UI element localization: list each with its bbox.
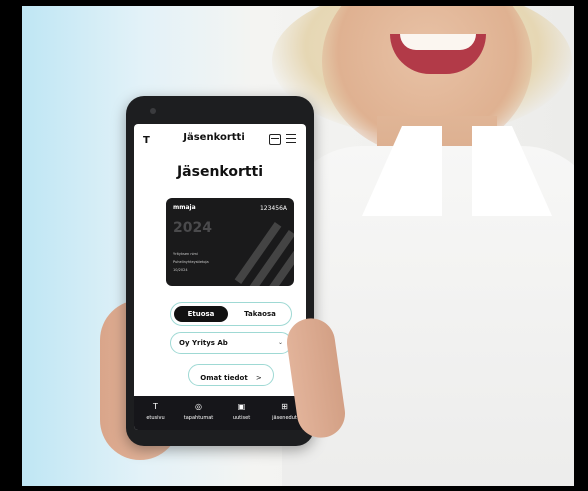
nav-label: etusivu (146, 415, 165, 421)
app-logo-icon[interactable]: T (143, 135, 150, 146)
nav-item-etusivu[interactable]: T etusivu (134, 396, 177, 430)
app-top-bar: T Jäsenkortti (134, 124, 306, 154)
card-brand-logo: mmaja (173, 204, 196, 211)
card-line: Puhelinyhteystietoja (173, 260, 209, 264)
card-year: 2024 (173, 220, 212, 236)
phone-camera (150, 108, 156, 114)
chevron-right-icon: > (255, 374, 262, 382)
chevron-down-icon: ⌄ (277, 339, 283, 346)
card-side-toggle: Etuosa Takaosa (170, 302, 292, 326)
card-member-number: 123456A (259, 205, 287, 212)
toggle-back-button[interactable]: Takaosa (233, 306, 287, 322)
page-title: Jäsenkortti (176, 164, 264, 180)
company-select[interactable]: Oy Yritys Ab ⌄ (170, 332, 292, 354)
nav-item-tapahtumat[interactable]: ◎ tapahtumat (177, 396, 220, 430)
app-screen: T Jäsenkortti Jäsenkortti mmaja 123456A … (134, 124, 306, 430)
bottom-navigation: T etusivu ◎ tapahtumat ▣ uutiset ⊞ jäsen… (134, 396, 306, 430)
logo-icon: T (153, 402, 158, 411)
card-line: 10/2024 (173, 268, 188, 272)
nav-label: uutiset (232, 415, 251, 421)
nav-label: tapahtumat (183, 415, 214, 421)
calendar-icon: ◎ (195, 402, 202, 411)
membership-card: mmaja 123456A 2024 Yrityksen nimi Puheli… (166, 198, 294, 286)
card-line: Yrityksen nimi (173, 252, 198, 256)
nav-item-uutiset[interactable]: ▣ uutiset (220, 396, 263, 430)
company-select-value: Oy Yritys Ab (179, 339, 228, 347)
background-teeth (400, 34, 476, 50)
own-details-label: Omat tiedot (200, 374, 248, 382)
toggle-front-button[interactable]: Etuosa (174, 306, 228, 322)
own-details-button[interactable]: Omat tiedot > (188, 364, 274, 386)
top-bar-title: Jäsenkortti (183, 132, 245, 143)
news-icon: ▣ (237, 402, 246, 411)
menu-icon[interactable] (286, 134, 296, 143)
card-icon[interactable] (269, 134, 281, 145)
shirt-collar-right (472, 126, 552, 216)
shirt-collar-left (362, 126, 442, 216)
